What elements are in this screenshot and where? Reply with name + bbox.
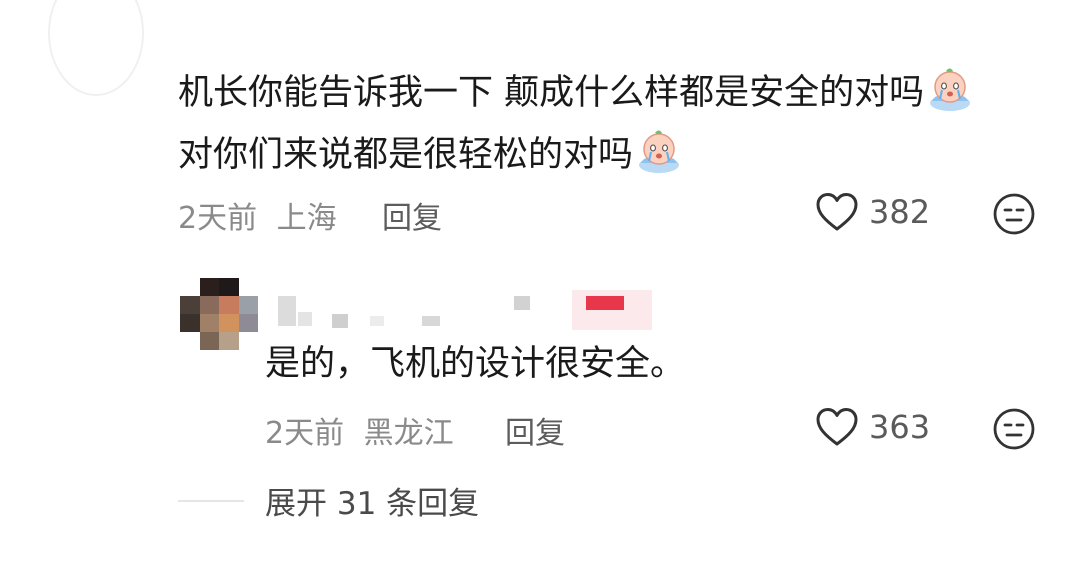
expand-replies-button[interactable]: 展开 31 条回复 bbox=[265, 478, 479, 523]
reply-reply-button[interactable]: 回复 bbox=[505, 408, 565, 452]
comment-location: 上海 bbox=[276, 201, 337, 236]
comment-meta: 2天前 上海 bbox=[178, 193, 337, 237]
heart-outline-icon bbox=[816, 193, 858, 231]
replier-avatar[interactable] bbox=[180, 278, 258, 350]
reply-meta: 2天前 黑龙江 bbox=[265, 408, 454, 452]
reply-like-count: 363 bbox=[869, 408, 931, 446]
crying-face-emoji-icon bbox=[930, 68, 971, 111]
expand-divider bbox=[178, 500, 244, 502]
crying-face-emoji-icon bbox=[639, 130, 680, 173]
reply-location: 黑龙江 bbox=[363, 416, 454, 451]
heart-outline-icon bbox=[816, 408, 858, 446]
comment-reply-button[interactable]: 回复 bbox=[382, 193, 442, 237]
reply-like-button[interactable]: 363 bbox=[815, 406, 930, 448]
commenter-avatar[interactable] bbox=[48, 0, 144, 96]
comment-text-line-2: 对你们来说都是很轻松的对吗 bbox=[178, 135, 634, 175]
replier-name-redacted bbox=[272, 290, 672, 334]
reply-time: 2天前 bbox=[265, 416, 345, 451]
reply-body: 是的，飞机的设计很安全。 bbox=[265, 344, 686, 384]
comment-text-line-1: 机长你能告诉我一下 颠成什么样都是安全的对吗 bbox=[178, 73, 925, 113]
comment-time: 2天前 bbox=[178, 201, 258, 236]
comment-like-button[interactable]: 382 bbox=[815, 191, 930, 233]
comment-body: 机长你能告诉我一下 颠成什么样都是安全的对吗 对你们来说都是很轻松的对吗 bbox=[178, 62, 1058, 186]
comment-like-count: 382 bbox=[869, 193, 931, 231]
neutral-face-icon[interactable] bbox=[992, 192, 1036, 236]
neutral-face-icon[interactable] bbox=[992, 407, 1036, 451]
